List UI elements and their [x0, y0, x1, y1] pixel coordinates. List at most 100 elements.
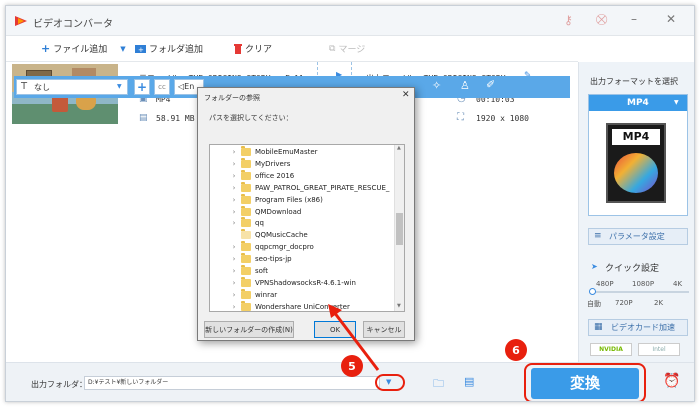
- folder-add-icon: +: [135, 45, 146, 53]
- folder-name: MyDrivers: [255, 159, 291, 168]
- folder-name: Program Files (x86): [255, 195, 323, 204]
- close-icon[interactable]: ✕: [402, 90, 410, 100]
- folder-tree-item[interactable]: › office 2016: [230, 169, 294, 182]
- parameter-settings-button[interactable]: ≡ パラメータ設定: [588, 228, 688, 245]
- edit-icon[interactable]: ✐: [486, 78, 495, 91]
- folder-open-icon[interactable]: 🗀: [433, 375, 444, 394]
- folder-name: soft: [255, 267, 269, 275]
- folder-icon: [241, 265, 251, 275]
- chevron-right-icon[interactable]: ›: [230, 196, 238, 204]
- trash-icon: [234, 43, 242, 54]
- add-folder-button[interactable]: + フォルダ追加: [135, 42, 203, 55]
- dialog-title: フォルダーの参照: [204, 94, 260, 102]
- folder-icon: [241, 146, 251, 156]
- mp4-format-icon: MP4: [606, 123, 666, 203]
- subtitle-select[interactable]: T なし ▼: [16, 79, 128, 95]
- cc-icon[interactable]: cc: [154, 79, 170, 95]
- folder-name: PAW_PATROL_GREAT_PIRATE_RESCUE_: [255, 183, 390, 192]
- folder-icon: [241, 276, 251, 287]
- key-icon[interactable]: ⚷: [564, 13, 573, 27]
- app-logo-icon: [15, 16, 27, 26]
- folder-tree-item[interactable]: › soft: [230, 265, 268, 277]
- convert-button[interactable]: 変換: [531, 368, 639, 399]
- plus-icon: +: [41, 42, 51, 55]
- clear-label: クリア: [245, 45, 273, 55]
- folder-name: qqpcmgr_docpro: [255, 243, 314, 252]
- chevron-down-icon[interactable]: ▼: [120, 45, 125, 53]
- chevron-down-icon: ▼: [674, 99, 679, 106]
- chevron-right-icon[interactable]: ›: [230, 184, 238, 192]
- quick-settings-title: クイック設定: [605, 264, 660, 274]
- chevron-right-icon[interactable]: ›: [230, 160, 238, 168]
- chevron-right-icon[interactable]: ›: [230, 148, 238, 156]
- folder-tree-item[interactable]: › PAW_PATROL_GREAT_PIRATE_RESCUE_: [230, 181, 390, 194]
- effect-wand-icon[interactable]: ✧: [432, 79, 441, 92]
- folder-tree-item[interactable]: › MyDrivers: [230, 157, 291, 170]
- watermark-icon[interactable]: ♙: [460, 79, 470, 92]
- clear-button[interactable]: クリア: [234, 42, 272, 55]
- rocket-icon: ➤: [591, 262, 598, 271]
- sliders-icon: ≡: [594, 231, 602, 241]
- queue-icon[interactable]: ▤: [464, 375, 474, 388]
- scrollbar[interactable]: ▲ ▼: [394, 145, 404, 311]
- chevron-right-icon[interactable]: ›: [230, 255, 238, 263]
- folder-tree-item[interactable]: › MobileEmuMaster: [230, 146, 318, 158]
- format-picker[interactable]: MP4 ▼ MP4: [588, 94, 688, 216]
- chevron-right-icon[interactable]: ›: [230, 172, 238, 180]
- format-value: MP4: [627, 98, 649, 108]
- alarm-clock-icon[interactable]: ⏰: [663, 373, 680, 389]
- minimize-icon[interactable]: –: [631, 12, 637, 26]
- chip-icon: ▦: [594, 322, 603, 332]
- chevron-right-icon[interactable]: ›: [230, 291, 238, 299]
- folder-icon: [241, 300, 251, 311]
- resolution: 1920 x 1080: [476, 114, 529, 123]
- quality-slider-handle[interactable]: [589, 288, 596, 295]
- folder-name: qq: [255, 219, 264, 228]
- folder-icon: [241, 241, 251, 252]
- folder-icon: [241, 193, 251, 204]
- quality-label: 720P: [615, 299, 633, 307]
- folder-name: QMDownload: [255, 207, 302, 216]
- format-sidebar: 出力フォーマットを選択 MP4 ▼ MP4 ≡ パラメータ設定 ➤ クイック設定…: [578, 62, 694, 362]
- chevron-right-icon[interactable]: ›: [230, 208, 238, 216]
- new-folder-button[interactable]: 新しいフォルダーの作成(N): [204, 321, 294, 338]
- scrollbar-thumb[interactable]: [396, 213, 403, 245]
- chevron-down-icon: ▼: [117, 83, 122, 90]
- step-badge-6: 6: [505, 339, 527, 361]
- nvidia-badge[interactable]: NVIDIA: [590, 343, 632, 356]
- quality-slider[interactable]: [591, 291, 689, 293]
- scroll-up-icon[interactable]: ▲: [397, 145, 401, 151]
- intel-badge[interactable]: Intel: [638, 343, 680, 356]
- add-file-label: ファイル追加: [53, 45, 108, 55]
- quality-label: 4K: [673, 280, 683, 288]
- scroll-down-icon[interactable]: ▼: [397, 303, 401, 309]
- folder-tree-item[interactable]: › qqpcmgr_docpro: [230, 241, 314, 253]
- text-icon: T: [21, 81, 28, 92]
- merge-button[interactable]: ⧉ マージ: [329, 42, 366, 56]
- chevron-right-icon[interactable]: ›: [230, 243, 238, 251]
- folder-tree-item[interactable]: QQMusicCache: [230, 229, 308, 241]
- chevron-right-icon[interactable]: ›: [230, 219, 238, 227]
- folder-icon: [241, 157, 251, 168]
- folder-tree-item[interactable]: › qq: [230, 217, 264, 229]
- merge-label: マージ: [338, 45, 366, 55]
- folder-tree-item[interactable]: › seo-tips-jp: [230, 253, 292, 265]
- chevron-right-icon[interactable]: ›: [230, 303, 238, 311]
- folder-name: seo-tips-jp: [255, 255, 292, 264]
- folder-tree-item[interactable]: › winrar: [230, 288, 277, 301]
- close-icon[interactable]: ✕: [666, 12, 676, 26]
- gpu-acceleration-button[interactable]: ▦ ビデオカード加速: [588, 319, 688, 336]
- folder-tree-item[interactable]: › Program Files (x86): [230, 193, 323, 206]
- svg-text:+: +: [138, 46, 144, 53]
- add-file-button[interactable]: + ファイル追加 ▼: [41, 42, 126, 55]
- folder-tree[interactable]: › MobileEmuMaster › MyDrivers › office 2016 › P…: [209, 144, 405, 312]
- folder-tree-item[interactable]: › QMDownload: [230, 205, 302, 218]
- chevron-right-icon[interactable]: ›: [230, 267, 238, 275]
- folder-tree-item[interactable]: › VPNShadowsocksR-4.6.1-win: [230, 276, 356, 289]
- folder-name: QQMusicCache: [255, 231, 308, 240]
- chevron-right-icon[interactable]: ›: [230, 279, 238, 287]
- cart-icon[interactable]: ⛒: [596, 13, 607, 27]
- add-subtitle-button[interactable]: +: [134, 79, 150, 95]
- dialog-instruction: パスを選択してください：: [209, 114, 293, 122]
- quality-label: 2K: [654, 299, 664, 307]
